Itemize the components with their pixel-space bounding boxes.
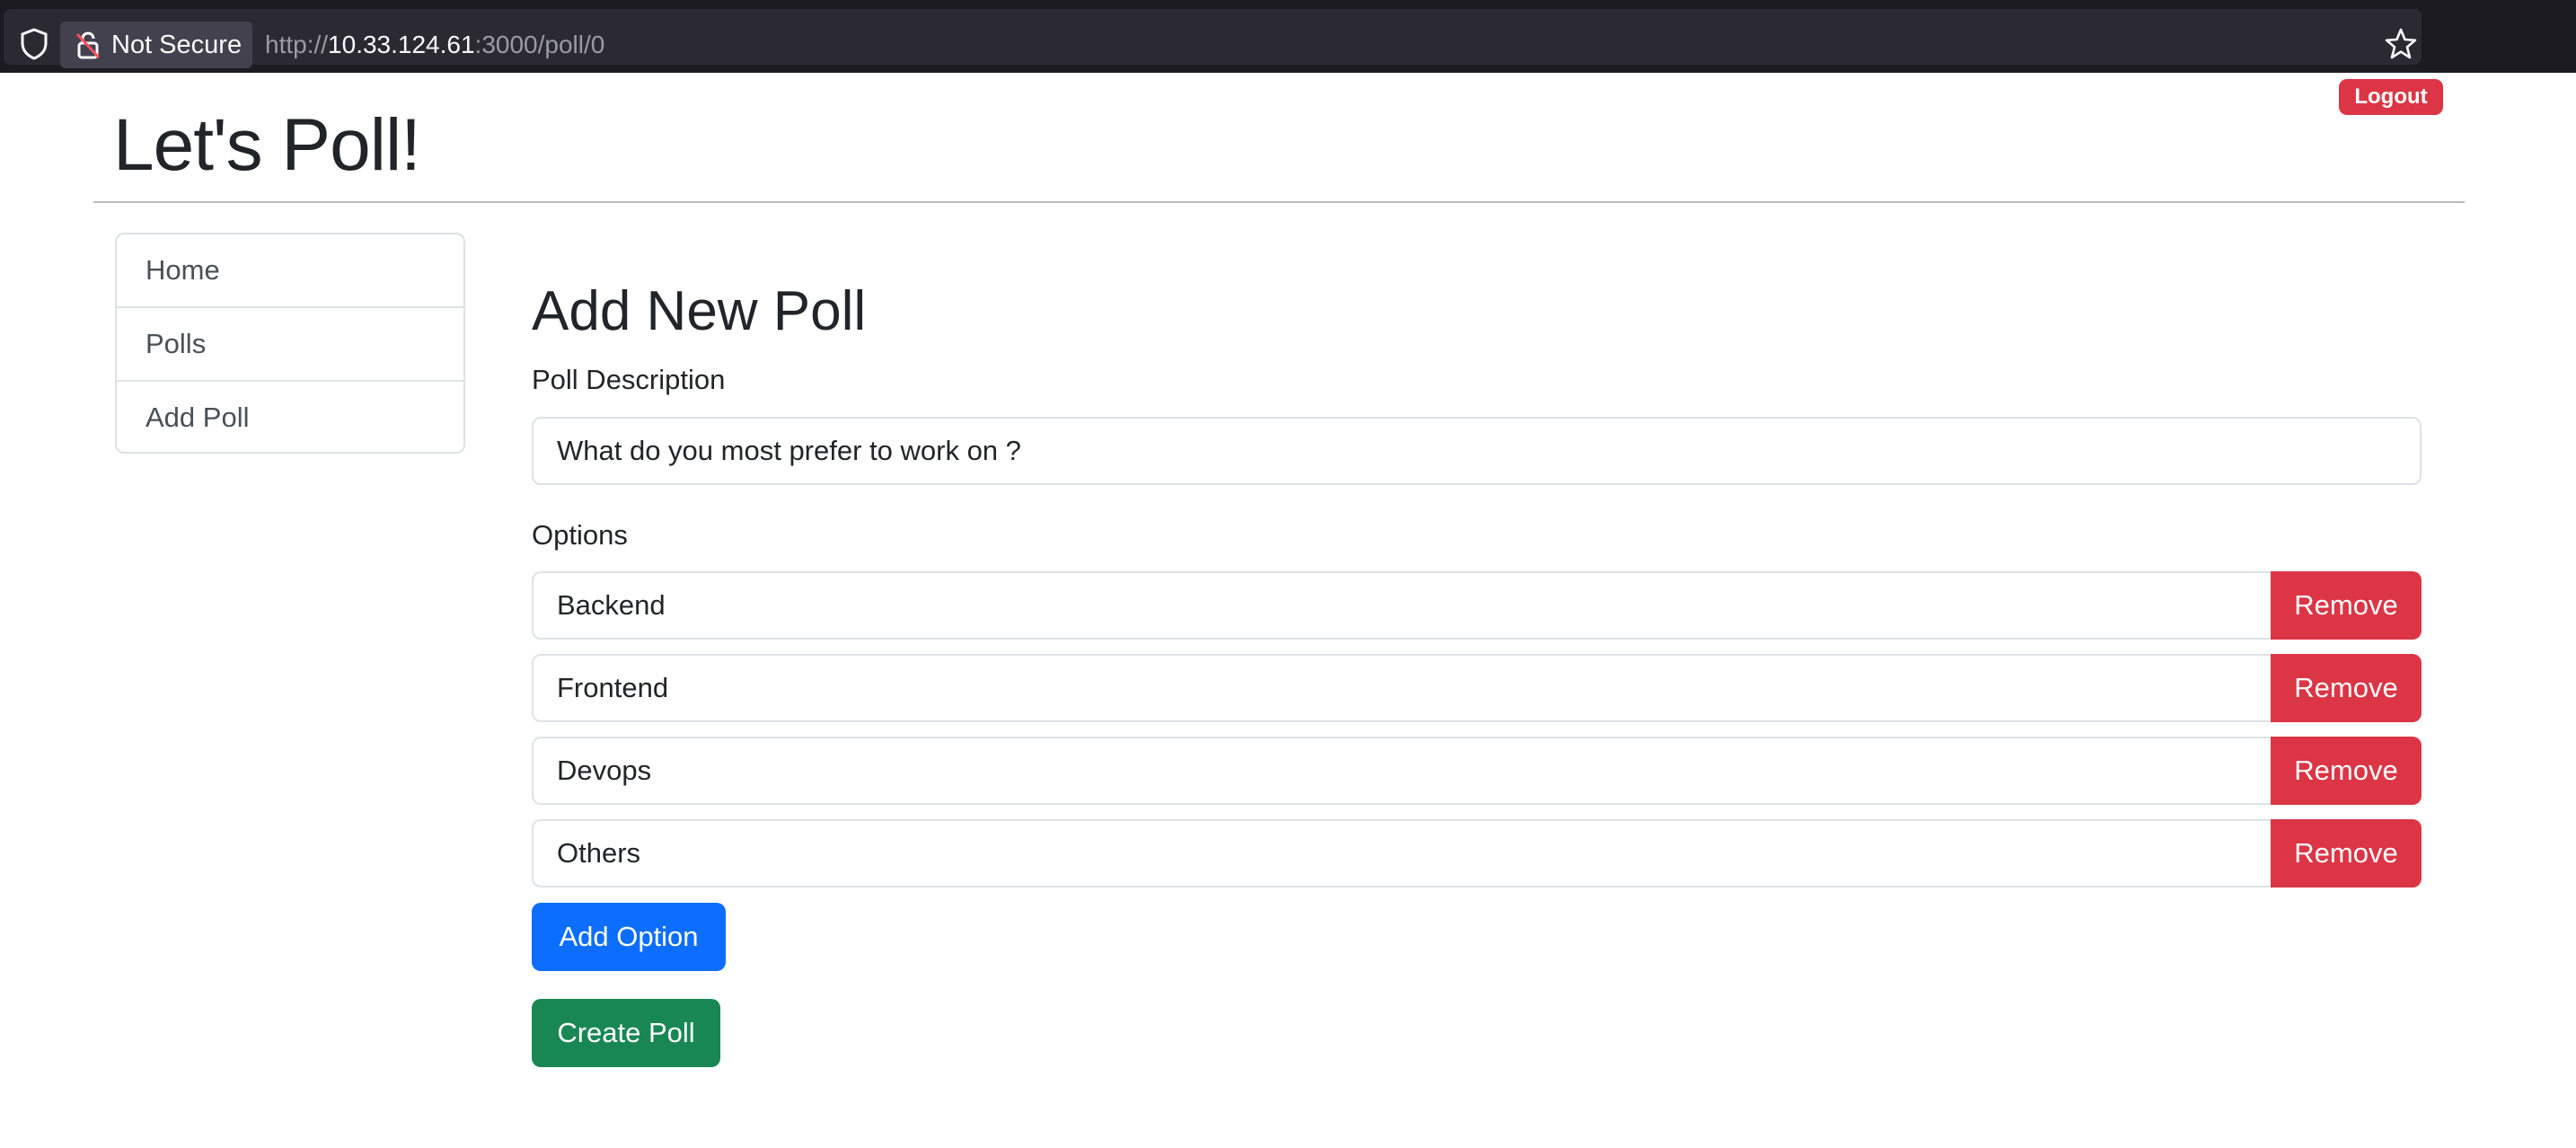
remove-option-button[interactable]: Remove <box>2271 654 2422 722</box>
broken-lock-icon <box>75 31 101 59</box>
option-row: Remove <box>532 571 2422 640</box>
option-row: Remove <box>532 737 2422 805</box>
option-row: Remove <box>532 819 2422 887</box>
remove-option-button[interactable]: Remove <box>2271 819 2422 887</box>
header-divider <box>93 201 2465 203</box>
url-text[interactable]: http://10.33.124.61:3000/poll/0 <box>265 25 604 65</box>
page-title: Add New Poll <box>532 280 867 342</box>
option-row: Remove <box>532 654 2422 722</box>
remove-option-button[interactable]: Remove <box>2271 571 2422 640</box>
logout-button[interactable]: Logout <box>2339 79 2443 115</box>
url-path: :3000/poll/0 <box>474 31 605 58</box>
shield-icon[interactable] <box>20 28 49 60</box>
options-label: Options <box>532 519 628 551</box>
url-host: 10.33.124.61 <box>328 31 475 58</box>
poll-description-label: Poll Description <box>532 364 726 395</box>
address-bar[interactable]: Not Secure http://10.33.124.61:3000/poll… <box>4 9 2422 68</box>
sidebar-item-polls[interactable]: Polls <box>117 308 463 382</box>
sidebar-nav: Home Polls Add Poll <box>115 233 465 454</box>
browser-toolbar: Not Secure http://10.33.124.61:3000/poll… <box>0 0 2576 73</box>
option-input[interactable] <box>532 654 2272 722</box>
sidebar-item-home[interactable]: Home <box>117 234 463 308</box>
bookmark-star-icon[interactable] <box>2384 27 2418 61</box>
url-scheme: http:// <box>265 31 329 58</box>
add-option-button[interactable]: Add Option <box>532 903 726 971</box>
site-title: Let's Poll! <box>113 104 421 186</box>
remove-option-button[interactable]: Remove <box>2271 737 2422 805</box>
option-input[interactable] <box>532 737 2272 805</box>
not-secure-label: Not Secure <box>111 31 243 59</box>
site-security-indicator[interactable]: Not Secure <box>60 22 252 68</box>
create-poll-button[interactable]: Create Poll <box>532 999 720 1067</box>
option-input[interactable] <box>532 819 2272 887</box>
sidebar-item-add-poll[interactable]: Add Poll <box>117 382 463 452</box>
poll-description-input[interactable] <box>532 417 2422 485</box>
option-input[interactable] <box>532 571 2272 640</box>
